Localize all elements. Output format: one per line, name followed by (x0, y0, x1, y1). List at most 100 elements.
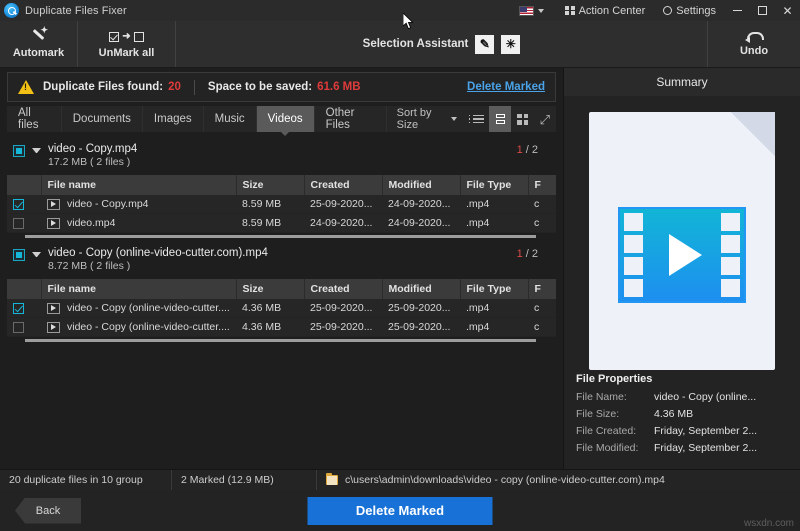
horizontal-scrollbar[interactable] (25, 235, 536, 238)
row-checkbox[interactable] (13, 218, 24, 229)
col-path[interactable]: F (528, 279, 556, 299)
col-file-name[interactable]: File name (41, 279, 236, 299)
selection-assistant-label: Selection Assistant (363, 38, 469, 50)
view-controls: Sort by Size ⤢ (387, 106, 556, 132)
chevron-down-icon[interactable] (32, 252, 41, 257)
property-key: File Name: (576, 391, 654, 403)
group-header: video - Copy.mp4 17.2 MB ( 2 files ) 1 /… (7, 138, 556, 171)
table-header-row: File name Size Created Modified File Typ… (7, 175, 556, 195)
row-file-name: video - Copy.mp4 (67, 198, 149, 210)
row-modified: 25-09-2020... (382, 318, 460, 337)
undo-button[interactable]: Undo (708, 21, 800, 67)
unmark-all-button[interactable]: ➜ UnMark all (78, 21, 176, 67)
close-icon: ✕ (782, 5, 792, 17)
video-file-icon (47, 303, 60, 314)
table-row[interactable]: video - Copy (online-video-cutter.... 4.… (7, 318, 556, 337)
space-saved-value: 61.6 MB (317, 81, 360, 93)
property-row: File Name: video - Copy (online... (576, 391, 800, 403)
settings-button[interactable]: Settings (654, 0, 725, 21)
back-button[interactable]: Back (15, 498, 81, 524)
space-saved-label: Space to be saved: (208, 81, 312, 93)
chevron-down-icon[interactable] (538, 9, 544, 13)
row-checkbox[interactable] (13, 303, 24, 314)
tab-all-files[interactable]: All files (7, 106, 62, 132)
tab-other-files[interactable]: Other Files (315, 106, 387, 132)
grid-icon (565, 6, 575, 16)
property-key: File Modified: (576, 442, 654, 454)
magic-wand-icon[interactable]: ✎ (475, 35, 494, 54)
delete-marked-button[interactable]: Delete Marked (308, 497, 493, 525)
row-file-type: .mp4 (460, 195, 528, 214)
row-file-name: video - Copy (online-video-cutter.... (67, 321, 230, 333)
table-row[interactable]: video.mp4 8.59 MB 24-09-2020... 24-09-20… (7, 214, 556, 233)
group-header: video - Copy (online-video-cutter.com).m… (7, 242, 556, 275)
row-file-type: .mp4 (460, 214, 528, 233)
group-counter: 1 / 2 (517, 144, 538, 156)
col-file-name[interactable]: File name (41, 175, 236, 195)
property-value: 4.36 MB (654, 408, 693, 420)
horizontal-scrollbar[interactable] (25, 339, 536, 342)
fullscreen-icon[interactable]: ⤢ (534, 106, 556, 132)
asterisk-tool-icon[interactable]: ✳ (501, 35, 520, 54)
results-pane: Duplicate Files found: 20 Space to be sa… (0, 68, 563, 469)
title-bar: Duplicate Files Fixer Action Center Sett… (0, 0, 800, 21)
summary-panel: Summary File Properties File Name: video… (563, 68, 800, 469)
video-file-thumbnail-icon (589, 112, 775, 370)
us-flag-icon[interactable] (519, 6, 534, 16)
row-checkbox[interactable] (13, 199, 24, 210)
row-checkbox-cell[interactable] (7, 318, 41, 337)
tab-music[interactable]: Music (204, 106, 257, 132)
action-center-button[interactable]: Action Center (556, 0, 654, 21)
minimize-button[interactable] (725, 0, 750, 21)
col-created[interactable]: Created (304, 279, 382, 299)
col-size[interactable]: Size (236, 279, 304, 299)
col-path[interactable]: F (528, 175, 556, 195)
group-checkbox[interactable] (13, 145, 25, 157)
detail-view-icon[interactable] (489, 106, 511, 132)
col-file-type[interactable]: File Type (460, 175, 528, 195)
chevron-down-icon[interactable] (32, 148, 41, 153)
sort-by-dropdown[interactable]: Sort by Size (387, 107, 467, 131)
table-row[interactable]: video - Copy (online-video-cutter.... 4.… (7, 299, 556, 318)
tab-documents[interactable]: Documents (62, 106, 143, 132)
row-checkbox-cell[interactable] (7, 214, 41, 233)
duplicate-groups-list[interactable]: video - Copy.mp4 17.2 MB ( 2 files ) 1 /… (7, 138, 556, 469)
col-modified[interactable]: Modified (382, 175, 460, 195)
col-checkbox (7, 279, 41, 299)
row-checkbox[interactable] (13, 322, 24, 333)
row-file-type: .mp4 (460, 299, 528, 318)
summary-banner: Duplicate Files found: 20 Space to be sa… (7, 72, 556, 102)
minimize-icon (733, 10, 742, 11)
group-checkbox[interactable] (13, 249, 25, 261)
maximize-button[interactable] (750, 0, 775, 21)
sort-by-label: Sort by Size (397, 107, 446, 131)
col-file-type[interactable]: File Type (460, 279, 528, 299)
action-center-label: Action Center (579, 5, 646, 17)
magnifier-logo-icon (4, 3, 19, 18)
duplicates-found-label: Duplicate Files found: (43, 81, 163, 93)
folder-icon (326, 475, 338, 485)
selection-assistant-group: Selection Assistant ✎ ✳ (176, 21, 708, 67)
tab-images[interactable]: Images (143, 106, 204, 132)
duplicates-found-value: 20 (168, 81, 181, 93)
list-view-icon[interactable] (467, 106, 489, 132)
automark-button[interactable]: Automark (0, 21, 78, 67)
close-button[interactable]: ✕ (775, 0, 800, 21)
row-file-name-cell: video.mp4 (41, 214, 236, 233)
group-counter: 1 / 2 (517, 248, 538, 260)
col-created[interactable]: Created (304, 175, 382, 195)
col-modified[interactable]: Modified (382, 279, 460, 299)
grid-view-icon[interactable] (511, 106, 533, 132)
col-size[interactable]: Size (236, 175, 304, 195)
status-marked-count: 2 Marked (12.9 MB) (172, 470, 317, 490)
row-file-name-cell: video - Copy.mp4 (41, 195, 236, 214)
files-table: File name Size Created Modified File Typ… (7, 175, 556, 233)
row-checkbox-cell[interactable] (7, 195, 41, 214)
row-size: 8.59 MB (236, 214, 304, 233)
row-checkbox-cell[interactable] (7, 299, 41, 318)
status-path-cell: c\users\admin\downloads\video - copy (on… (317, 470, 800, 490)
chevron-down-icon (451, 117, 457, 121)
delete-marked-link[interactable]: Delete Marked (467, 81, 545, 93)
table-row[interactable]: video - Copy.mp4 8.59 MB 25-09-2020... 2… (7, 195, 556, 214)
tab-videos[interactable]: Videos (257, 106, 315, 132)
